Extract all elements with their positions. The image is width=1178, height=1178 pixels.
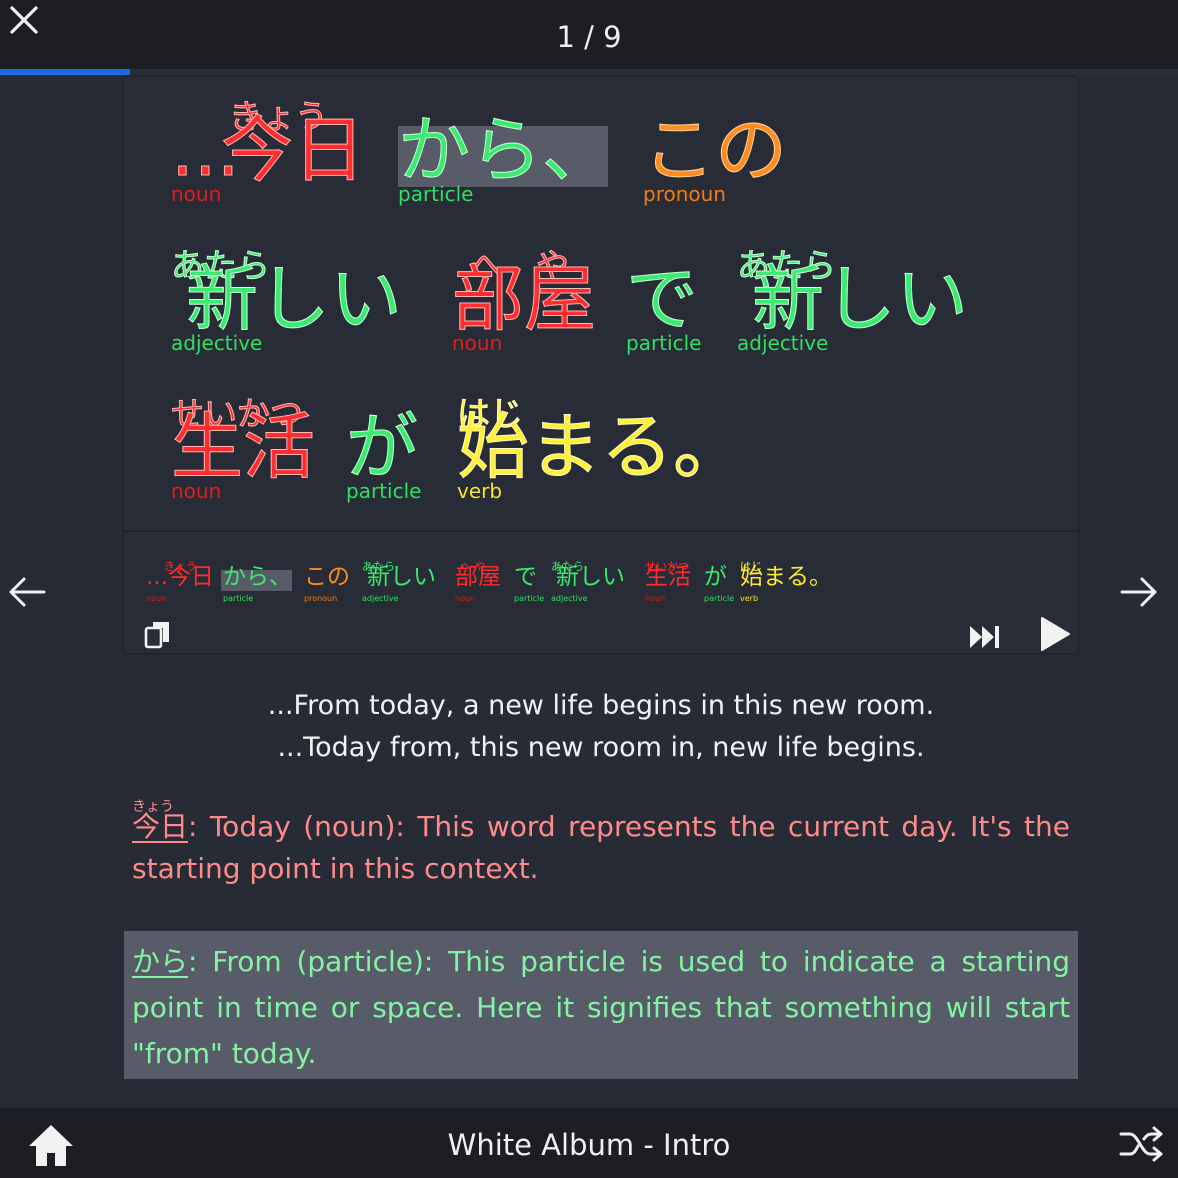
top-bar: 1 / 9 <box>0 0 1178 69</box>
token-text: が <box>345 405 419 489</box>
page-counter: 1 / 9 <box>556 20 622 54</box>
pos-label: verb <box>740 594 759 603</box>
progress-fill <box>0 69 130 75</box>
token-text: で <box>514 564 537 590</box>
shuffle-icon[interactable] <box>1118 1124 1164 1164</box>
token-text: で <box>625 257 699 341</box>
token-text: ...今日 <box>146 564 214 590</box>
pos-label: noun <box>645 594 666 603</box>
token-text: 始まる。 <box>456 405 746 489</box>
copy-icon[interactable] <box>142 618 176 652</box>
token-text: 今日 <box>220 108 366 192</box>
token-text: 新しい <box>556 564 625 590</box>
token-text: この <box>642 108 788 192</box>
token-text: 新しい <box>185 257 403 341</box>
pos-label: particle <box>514 594 545 603</box>
token-text: 生活 <box>170 405 316 489</box>
pos-label: pronoun <box>643 182 726 206</box>
token-text: この <box>304 564 350 590</box>
card-divider <box>124 530 1078 532</box>
token-text: から、 <box>397 108 615 192</box>
arrow-right-icon[interactable] <box>1118 572 1160 612</box>
pos-label: noun <box>146 594 167 603</box>
word-explanation-highlighted: から: From (particle): This particle is us… <box>124 931 1078 1079</box>
pos-label: particle <box>626 331 702 355</box>
pos-label: adjective <box>362 594 399 603</box>
token-text: 部屋 <box>451 257 597 341</box>
pos-label: noun <box>171 182 222 206</box>
word-text: から <box>132 945 189 978</box>
token-text: が <box>704 564 727 590</box>
pos-label: adjective <box>551 594 588 603</box>
token-text: 生活 <box>645 564 691 590</box>
explanation-text: : From (particle): This particle is used… <box>132 945 1070 1070</box>
explanation-word[interactable]: から <box>132 939 188 985</box>
album-title[interactable]: White Album - Intro <box>0 1128 1178 1162</box>
ruby: きょう <box>132 799 174 815</box>
pos-label: adjective <box>737 331 829 355</box>
pos-label: particle <box>223 594 254 603</box>
token-text: 部屋 <box>455 564 501 590</box>
pos-label: particle <box>704 594 735 603</box>
explanation-word[interactable]: きょう 今日 <box>132 799 188 848</box>
token-text: 始まる。 <box>740 564 832 590</box>
word-explanation: きょう 今日: Today (noun): This word represent… <box>124 799 1078 890</box>
pos-label: noun <box>171 479 222 503</box>
translation-literal: ...Today from, this new room in, new lif… <box>277 732 925 763</box>
pos-label: particle <box>398 182 474 206</box>
translation-natural: ...From today, a new life begins in this… <box>267 690 935 721</box>
play-icon[interactable] <box>1038 615 1072 653</box>
pos-label: verb <box>457 479 503 503</box>
sentence-large: きょう ... 今日 noun から、 particle この pronoun … <box>124 77 1078 530</box>
pos-label: noun <box>455 594 476 603</box>
progress-bar <box>0 69 1178 75</box>
pos-label: adjective <box>171 331 263 355</box>
pos-label: particle <box>346 479 422 503</box>
token-text: 新しい <box>751 257 969 341</box>
arrow-left-icon[interactable] <box>6 572 48 612</box>
token-text: から、 <box>223 564 292 590</box>
pos-label: noun <box>452 331 503 355</box>
pos-label: pronoun <box>304 594 338 603</box>
token-text: 新しい <box>367 564 436 590</box>
bottom-bar: White Album - Intro <box>0 1108 1178 1178</box>
sentence-card: きょう ... 今日 noun から、 particle この pronoun … <box>124 77 1078 653</box>
explanation-text: : Today (noun): This word represents the… <box>132 810 1070 885</box>
skip-forward-icon[interactable] <box>968 622 1002 652</box>
